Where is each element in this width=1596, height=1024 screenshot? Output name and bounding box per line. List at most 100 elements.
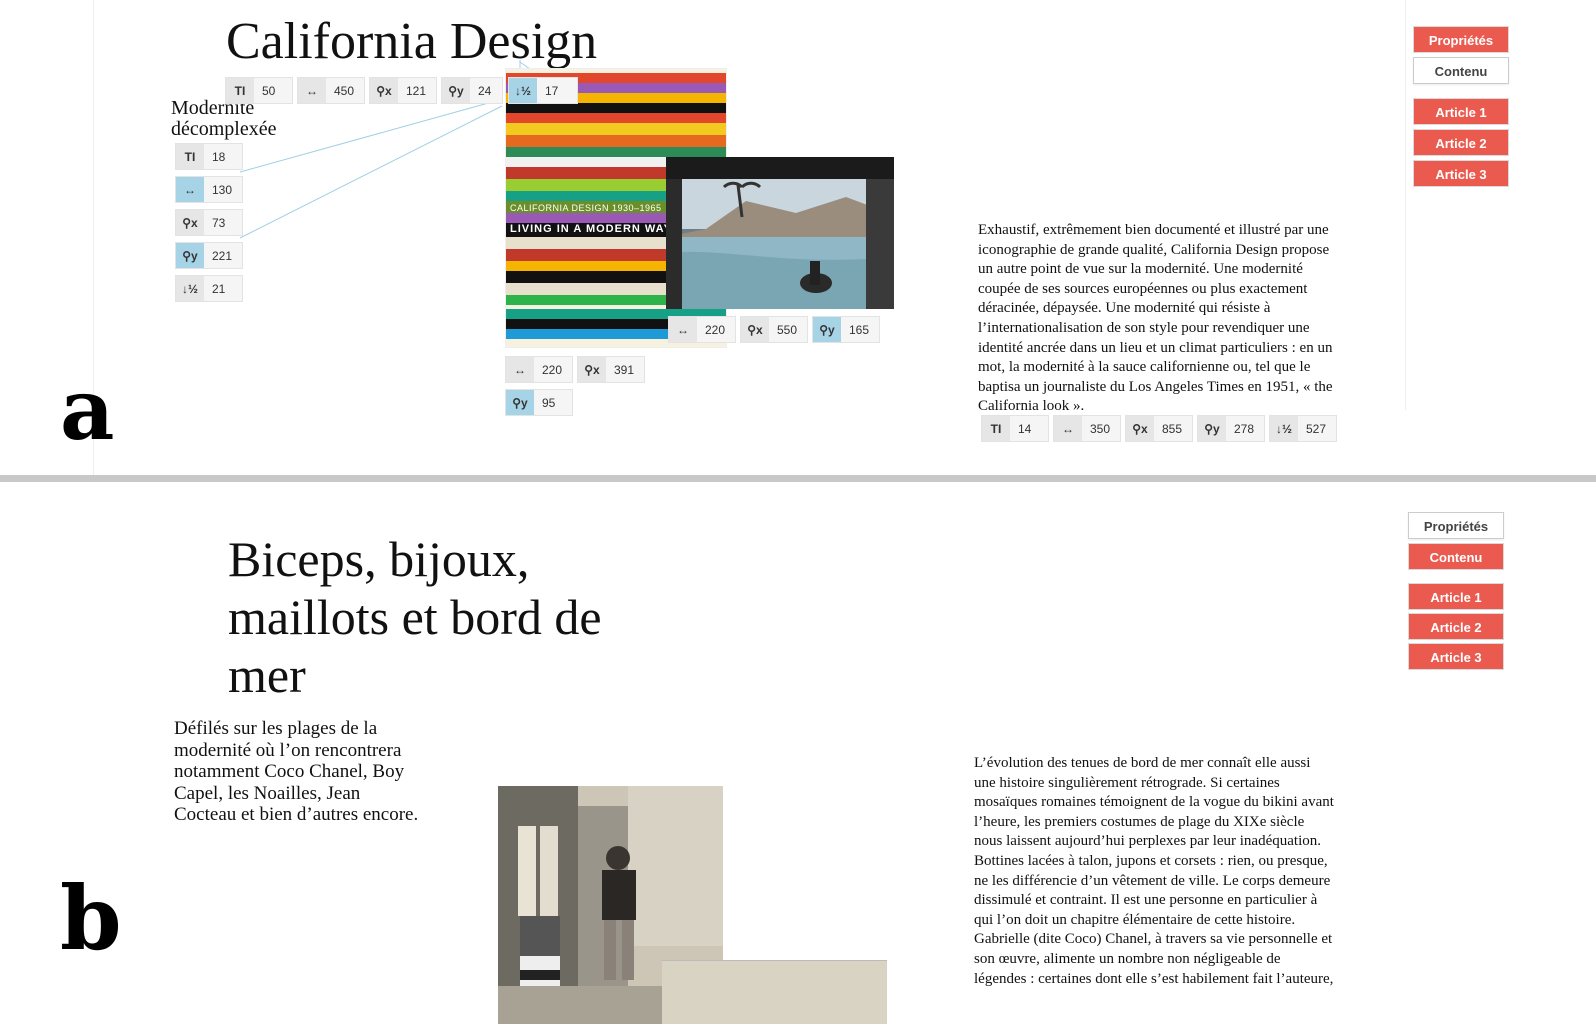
title-font-size-chip[interactable]: TI 50: [225, 77, 293, 104]
body-font-size-chip[interactable]: TI 14: [981, 415, 1049, 442]
contenu-button[interactable]: Contenu: [1408, 543, 1504, 570]
proprietes-button[interactable]: Propriétés: [1413, 26, 1509, 53]
connector-line: [239, 105, 503, 239]
article-1-button[interactable]: Article 1: [1413, 98, 1509, 125]
subtitle-z-chip[interactable]: ↓½ 21: [175, 275, 243, 302]
body-z-chip[interactable]: ↓½ 527: [1269, 415, 1337, 442]
chip-value: 220: [534, 357, 572, 382]
title-x-chip[interactable]: ⚲x 121: [369, 77, 437, 104]
book-text: LIVING IN A MODERN WAY: [510, 223, 672, 235]
subtitle-width-chip[interactable]: ↔ 130: [175, 176, 243, 203]
stripe: [506, 103, 726, 113]
chip-value: 18: [204, 144, 242, 169]
pin-y-icon: ⚲y: [506, 390, 534, 415]
photo-width-chip[interactable]: ↔ 220: [668, 316, 736, 343]
subtitle-line: modernité où l’on rencontrera: [174, 739, 402, 761]
photo-x-chip[interactable]: ⚲x 550: [740, 316, 808, 343]
book-width-chip[interactable]: ↔ 220: [505, 356, 573, 383]
pin-x-icon: ⚲x: [1126, 416, 1154, 441]
chip-value: 50: [254, 78, 292, 103]
width-icon: ↔: [506, 357, 534, 382]
chip-value: 165: [841, 317, 879, 342]
proprietes-button[interactable]: Propriétés: [1408, 512, 1504, 539]
chip-value: 527: [1298, 416, 1336, 441]
pin-y-icon: ⚲y: [176, 243, 204, 268]
chip-value: 14: [1010, 416, 1048, 441]
subtitle-font-size-chip[interactable]: TI 18: [175, 143, 243, 170]
pin-x-icon: ⚲x: [578, 357, 606, 382]
z-order-icon: ↓½: [509, 78, 537, 103]
panel-letter-b: b: [60, 866, 122, 970]
chip-value: 221: [204, 243, 242, 268]
chip-value: 17: [537, 78, 577, 103]
pin-x-icon: ⚲x: [741, 317, 769, 342]
pool-photo-art: [666, 157, 894, 309]
subtitle-line: notamment Coco Chanel, Boy: [174, 761, 405, 782]
panel-b: b Biceps, bijoux, maillots et bord de me…: [0, 482, 1596, 1024]
pin-y-icon: ⚲y: [442, 78, 470, 103]
title-width-chip[interactable]: ↔ 450: [297, 77, 365, 104]
subtitle-line: Capel, les Noailles, Jean: [174, 782, 361, 804]
chip-value: 24: [470, 78, 502, 103]
article-body[interactable]: L’évolution des tenues de bord de mer co…: [974, 754, 1334, 989]
width-icon: ↔: [176, 177, 204, 202]
pool-photo[interactable]: [666, 157, 894, 309]
chip-value: 855: [1154, 416, 1192, 441]
article-2-button[interactable]: Article 2: [1408, 613, 1504, 640]
width-icon: ↔: [298, 78, 326, 103]
chip-value: 220: [697, 317, 735, 342]
chip-value: 130: [204, 177, 242, 202]
chip-value: 21: [204, 276, 242, 301]
article-body[interactable]: Exhaustif, extrêmement bien documenté et…: [978, 221, 1338, 417]
stripe: [506, 147, 726, 157]
panel-divider: [0, 475, 1596, 482]
title-z-chip[interactable]: ↓½ 17: [508, 77, 578, 104]
subtitle-line: Cocteau et bien d’autres encore.: [174, 804, 419, 825]
stripe: [506, 135, 726, 147]
article-2-button[interactable]: Article 2: [1413, 129, 1509, 156]
chip-value: 73: [204, 210, 242, 235]
pin-y-icon: ⚲y: [1198, 416, 1226, 441]
article-3-button[interactable]: Article 3: [1413, 160, 1509, 187]
book-x-chip[interactable]: ⚲x 391: [577, 356, 645, 383]
stripe: [506, 113, 726, 123]
photo-y-chip[interactable]: ⚲y 165: [812, 316, 880, 343]
contenu-button[interactable]: Contenu: [1413, 57, 1509, 84]
font-size-icon: TI: [176, 144, 204, 169]
vintage-photo-2[interactable]: [662, 960, 887, 1024]
article-1-button[interactable]: Article 1: [1408, 583, 1504, 610]
width-icon: ↔: [669, 317, 697, 342]
title-line: Biceps, bijoux,: [228, 531, 530, 587]
chip-value: 550: [769, 317, 807, 342]
width-icon: ↔: [1054, 416, 1082, 441]
title-line: mer: [228, 647, 306, 703]
title-y-chip[interactable]: ⚲y 24: [441, 77, 503, 104]
font-size-icon: TI: [982, 416, 1010, 441]
pin-y-icon: ⚲y: [813, 317, 841, 342]
book-y-chip[interactable]: ⚲y 95: [505, 389, 573, 416]
chip-value: 450: [326, 78, 364, 103]
body-x-chip[interactable]: ⚲x 855: [1125, 415, 1193, 442]
connector-line: [239, 101, 493, 173]
article-3-button[interactable]: Article 3: [1408, 643, 1504, 670]
stripe: [506, 123, 726, 135]
subtitle-y-chip[interactable]: ⚲y 221: [175, 242, 243, 269]
pin-x-icon: ⚲x: [370, 78, 398, 103]
subtitle-line: Défilés sur les plages de la: [174, 718, 378, 739]
body-y-chip[interactable]: ⚲y 278: [1197, 415, 1265, 442]
panel-a: a California Design Modernité décomplexé…: [0, 0, 1596, 475]
article-subtitle[interactable]: Défilés sur les plages de la modernité o…: [174, 718, 418, 826]
chip-value: 391: [606, 357, 644, 382]
title-line: maillots et bord de: [228, 589, 602, 645]
font-size-icon: TI: [226, 78, 254, 103]
subtitle-x-chip[interactable]: ⚲x 73: [175, 209, 243, 236]
chip-value: 278: [1226, 416, 1264, 441]
chip-value: 95: [534, 390, 572, 415]
chip-value: 350: [1082, 416, 1120, 441]
book-text: CALIFORNIA DESIGN 1930–1965: [510, 203, 662, 213]
z-order-icon: ↓½: [1270, 416, 1298, 441]
chip-value: 121: [398, 78, 436, 103]
article-title[interactable]: Biceps, bijoux, maillots et bord de mer: [228, 530, 602, 704]
pin-x-icon: ⚲x: [176, 210, 204, 235]
body-width-chip[interactable]: ↔ 350: [1053, 415, 1121, 442]
